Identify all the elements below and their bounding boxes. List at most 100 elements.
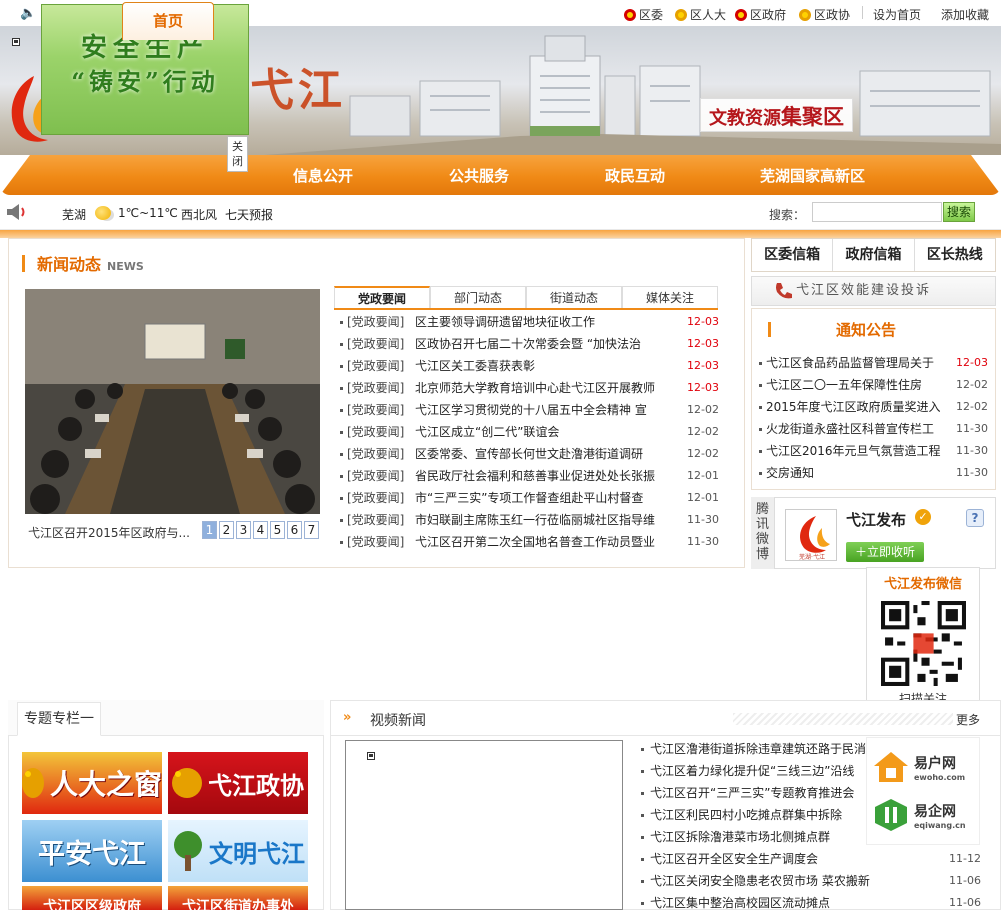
partner-link-eqiwang[interactable]: 易企网 eqiwang.cn	[872, 798, 966, 832]
search-input[interactable]	[812, 202, 942, 222]
slideshow-caption[interactable]: 弋江区召开2015年区政府与...	[28, 524, 198, 541]
tab-mayor-hotline[interactable]: 区长热线	[915, 239, 995, 271]
floating-partner-links: 易户网 ewoho.com 易企网 eqiwang.cn	[866, 737, 980, 845]
news-list-item[interactable]: [党政要闻] 弋江区关工委喜获表彰 12-03	[336, 355, 721, 377]
video-more-link[interactable]: 更多	[956, 711, 980, 728]
notice-list-item[interactable]: 弋江区二〇一五年保障性住房 12-02	[757, 374, 988, 396]
special-topics-tab[interactable]: 专题专栏一	[17, 702, 101, 736]
notice-list-item[interactable]: 2015年度弋江区政府质量奖进入 12-02	[757, 396, 988, 418]
topic-safe-yijiang[interactable]: 平安弋江	[22, 820, 162, 882]
pager-page[interactable]: 5	[270, 521, 285, 539]
news-list-item[interactable]: [党政要闻] 弋江区成立“创二代”联谊会 12-02	[336, 421, 721, 443]
topic-civilized-yijiang[interactable]: 文明弋江	[168, 820, 308, 882]
tab-media-news[interactable]: 媒体关注	[622, 286, 718, 308]
weibo-icon[interactable]: ?	[966, 509, 984, 527]
partner-link-ewoho[interactable]: 易户网 ewoho.com	[872, 750, 965, 784]
news-headline[interactable]: 区主要领导调研遗留地块征收工作	[415, 311, 655, 333]
link-cppcc[interactable]: 区政协	[799, 6, 850, 23]
title-bar-decoration	[768, 322, 771, 337]
news-headline[interactable]: 市“三严三实”专项工作督查组赴平山村督查	[415, 487, 655, 509]
pager-page[interactable]: 3	[236, 521, 251, 539]
bullet-icon	[340, 431, 343, 434]
seven-day-forecast-link[interactable]: 七天预报	[225, 206, 273, 223]
notice-headline[interactable]: 火龙街道永盛社区科普宣传栏工	[766, 418, 946, 440]
pager-page[interactable]: 2	[219, 521, 234, 539]
video-list-item[interactable]: 弋江区集中整治高校园区流动摊点 11-06	[637, 892, 983, 910]
nav-home-tab[interactable]: 首页	[122, 2, 214, 40]
notice-list-item[interactable]: 交房通知 11-30	[757, 462, 988, 484]
search-button[interactable]: 搜索	[943, 202, 975, 222]
tab-street-news[interactable]: 街道动态	[526, 286, 622, 308]
news-list-item[interactable]: [党政要闻] 市“三严三实”专项工作督查组赴平山村督查 12-01	[336, 487, 721, 509]
link-district-government[interactable]: 区政府	[735, 6, 786, 23]
add-favorite-link[interactable]: 添加收藏	[941, 6, 989, 23]
news-headline[interactable]: 北京师范大学教育培训中心赴弋江区开展教师	[415, 377, 655, 399]
nav-high-tech-zone[interactable]: 芜湖国家高新区	[760, 155, 865, 195]
video-headline[interactable]: 弋江区澛港街道拆除违章建筑还路于民消	[650, 738, 870, 760]
pager-page[interactable]: 7	[304, 521, 319, 539]
notice-list-item[interactable]: 弋江区食品药品监督管理局关于 12-03	[757, 352, 988, 374]
news-list-item[interactable]: [党政要闻] 区政协召开七届二十次常委会暨 “加快法治 12-03	[336, 333, 721, 355]
news-list-item[interactable]: [党政要闻] 弋江区学习贯彻党的十八届五中全会精神 宣 12-02	[336, 399, 721, 421]
video-headline[interactable]: 弋江区着力绿化提升促“三线三边”沿线	[650, 760, 870, 782]
nav-interaction[interactable]: 政民互动	[605, 155, 665, 195]
news-headline[interactable]: 弋江区学习贯彻党的十八届五中全会精神 宣	[415, 399, 655, 421]
tab-government-mailbox[interactable]: 政府信箱	[833, 239, 915, 271]
video-headline[interactable]: 弋江区集中整治高校园区流动摊点	[650, 892, 870, 910]
video-headline[interactable]: 弋江区关闭安全隐患老农贸市场 菜农搬新家	[650, 870, 870, 892]
tab-committee-mailbox[interactable]: 区委信箱	[752, 239, 834, 271]
weibo-avatar[interactable]: 芜湖·弋江	[785, 509, 837, 561]
follow-button[interactable]: ＋立即收听	[846, 542, 924, 562]
notice-list-item[interactable]: 火龙街道永盛社区科普宣传栏工 11-30	[757, 418, 988, 440]
video-headline[interactable]: 弋江区利民四村小吃摊点群集中拆除	[650, 804, 870, 826]
news-date: 12-01	[687, 469, 719, 482]
news-headline[interactable]: 省民政厅社会福利和慈善事业促进处处长张振	[415, 465, 655, 487]
video-headline[interactable]: 弋江区召开全区安全生产调度会	[650, 848, 870, 870]
news-list-item[interactable]: [党政要闻] 区委常委、宣传部长何世文赴澛港街道调研 12-02	[336, 443, 721, 465]
news-list-item[interactable]: [党政要闻] 市妇联副主席陈玉红一行莅临丽城社区指导维 11-30	[336, 509, 721, 531]
news-headline[interactable]: 弋江区关工委喜获表彰	[415, 355, 655, 377]
news-list-item[interactable]: [党政要闻] 省民政厅社会福利和慈善事业促进处处长张振 12-01	[336, 465, 721, 487]
news-list-item[interactable]: [党政要闻] 区主要领导调研遗留地块征收工作 12-03	[336, 311, 721, 333]
news-headline[interactable]: 弋江区召开第二次全国地名普查工作动员暨业	[415, 531, 655, 553]
news-headline[interactable]: 区委常委、宣传部长何世文赴澛港街道调研	[415, 443, 655, 465]
notice-list-item[interactable]: 弋江区2016年元旦气氛营造工程 11-30	[757, 440, 988, 462]
nav-public-service[interactable]: 公共服务	[449, 155, 509, 195]
news-headline[interactable]: 市妇联副主席陈玉红一行莅临丽城社区指导维	[415, 509, 655, 531]
notice-headline[interactable]: 交房通知	[766, 462, 946, 484]
tab-department-news[interactable]: 部门动态	[430, 286, 526, 308]
pager-page[interactable]: 6	[287, 521, 302, 539]
pager-page[interactable]: 1	[202, 521, 217, 539]
link-district-committee[interactable]: 区委	[624, 6, 663, 23]
news-category: [党政要闻]	[347, 403, 405, 417]
nav-info-disclosure[interactable]: 信息公开	[293, 155, 353, 195]
video-player[interactable]	[345, 740, 623, 910]
bullet-icon	[340, 541, 343, 544]
video-list-item[interactable]: 弋江区关闭安全隐患老农贸市场 菜农搬新家 11-06	[637, 870, 983, 892]
video-headline[interactable]: 弋江区拆除澛港菜市场北侧摊点群	[650, 826, 870, 848]
topic-district-government[interactable]: 弋江区区级政府	[22, 886, 162, 910]
ad-close-button[interactable]: 关闭	[227, 136, 248, 172]
speaker-small-icon[interactable]: 🔈	[20, 6, 36, 21]
topic-npc-window[interactable]: 人大之窗	[22, 752, 162, 814]
news-list-item[interactable]: [党政要闻] 北京师范大学教育培训中心赴弋江区开展教师 12-03	[336, 377, 721, 399]
notice-date: 12-03	[956, 356, 988, 369]
topic-cppcc[interactable]: 弋江政协	[168, 752, 308, 814]
news-headline[interactable]: 弋江区成立“创二代”联谊会	[415, 421, 655, 443]
news-list-item[interactable]: [党政要闻] 弋江区召开第二次全国地名普查工作动员暨业 11-30	[336, 531, 721, 553]
weibo-account-name[interactable]: 弋江发布	[846, 509, 906, 530]
notice-headline[interactable]: 弋江区食品药品监督管理局关于	[766, 352, 946, 374]
tab-party-news[interactable]: 党政要闻	[334, 286, 430, 308]
notice-headline[interactable]: 弋江区2016年元旦气氛营造工程	[766, 440, 946, 462]
pager-page[interactable]: 4	[253, 521, 268, 539]
notice-headline[interactable]: 2015年度弋江区政府质量奖进入	[766, 396, 946, 418]
video-list-item[interactable]: 弋江区召开全区安全生产调度会 11-12	[637, 848, 983, 870]
news-headline[interactable]: 区政协召开七届二十次常委会暨 “加快法治	[415, 333, 655, 355]
topic-street-office[interactable]: 弋江区街道办事处	[168, 886, 308, 910]
bullet-icon	[759, 472, 762, 475]
set-homepage-link[interactable]: 设为首页	[873, 6, 921, 23]
notice-headline[interactable]: 弋江区二〇一五年保障性住房	[766, 374, 946, 396]
news-slideshow-photo[interactable]	[25, 289, 320, 514]
link-peoples-congress[interactable]: 区人大	[675, 6, 726, 23]
video-headline[interactable]: 弋江区召开“三严三实”专题教育推进会	[650, 782, 870, 804]
